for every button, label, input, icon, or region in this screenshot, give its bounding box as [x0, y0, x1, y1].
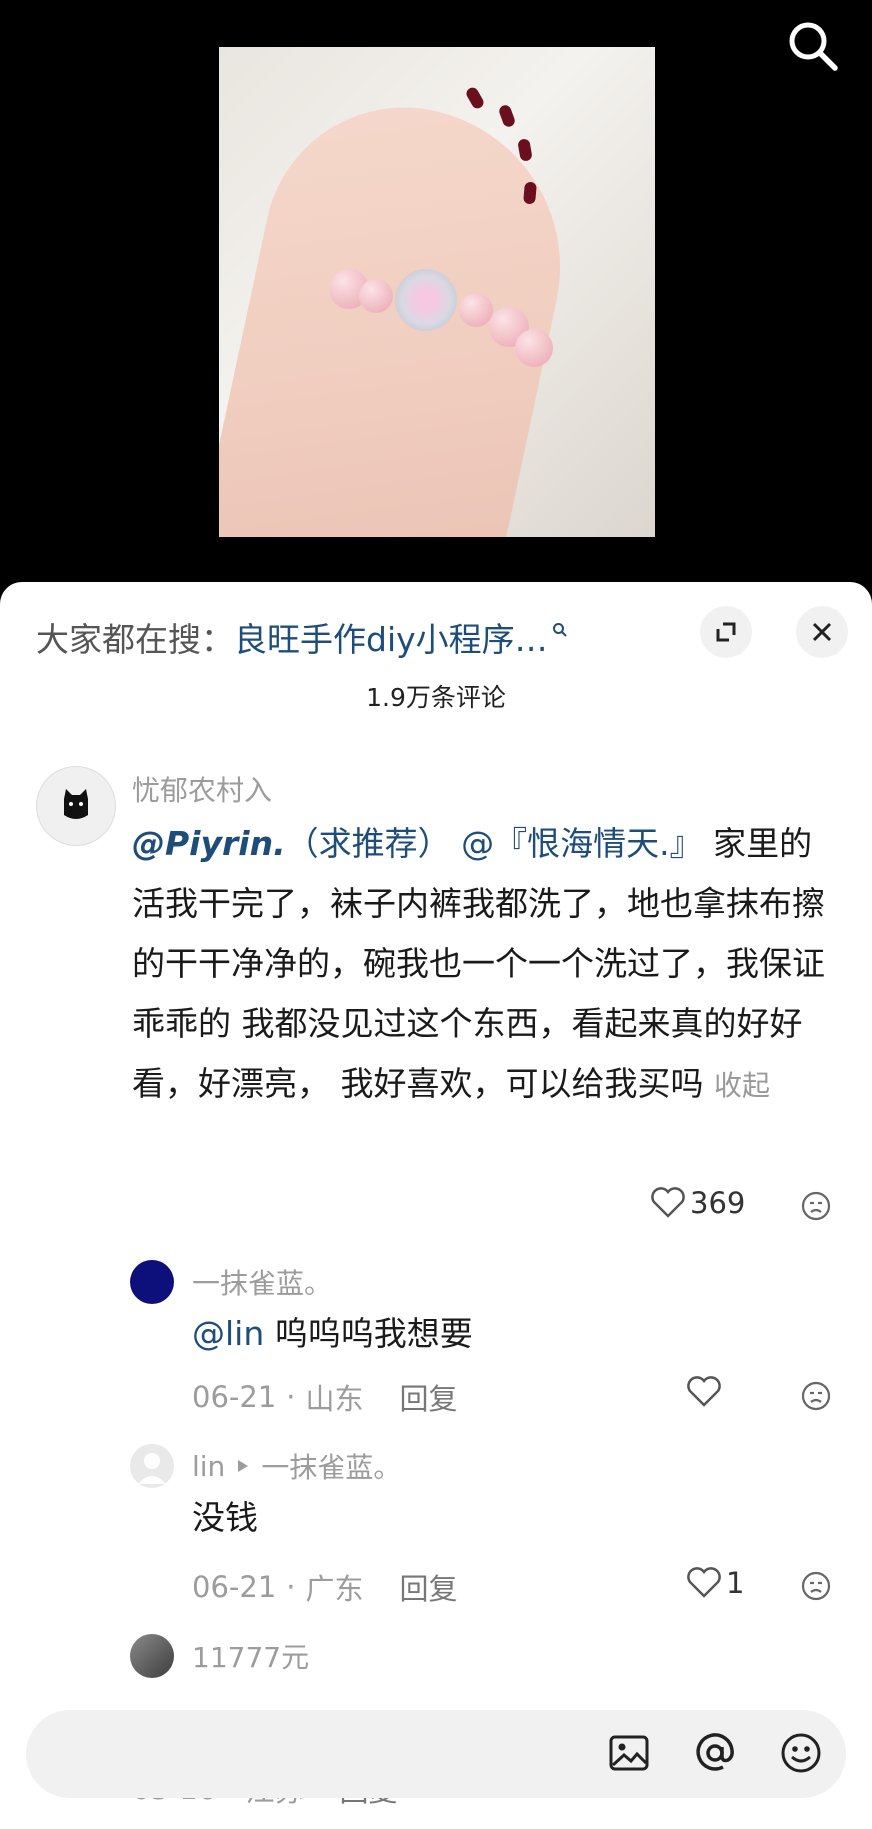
- heart-icon: [687, 1376, 721, 1407]
- like-count: 1: [726, 1566, 745, 1600]
- reply-meta: 06-21 · 山东 回复: [192, 1376, 458, 1418]
- expand-button[interactable]: [700, 606, 752, 658]
- reply-username[interactable]: 一抹雀蓝。: [192, 1262, 332, 1302]
- image-icon[interactable]: [606, 1730, 652, 1776]
- search-icon[interactable]: [785, 18, 841, 74]
- avatar[interactable]: [130, 1260, 174, 1304]
- dislike-icon[interactable]: [800, 1380, 832, 1412]
- emoji-icon[interactable]: [778, 1730, 824, 1776]
- hot-search-prefix: 大家都在搜：: [36, 620, 234, 659]
- close-button[interactable]: [796, 606, 848, 658]
- reply-button[interactable]: 回复: [400, 1376, 458, 1418]
- product-photo[interactable]: [219, 47, 655, 537]
- comment-username[interactable]: 忧郁农村入: [132, 769, 272, 809]
- avatar[interactable]: [130, 1634, 174, 1678]
- hot-search-term[interactable]: 良旺手作diy小程序…: [234, 613, 548, 661]
- hot-search-bar[interactable]: 大家都在搜： 良旺手作diy小程序…: [36, 612, 568, 662]
- reply-date: 06-21: [192, 1570, 277, 1604]
- reply-button[interactable]: 回复: [400, 1566, 458, 1608]
- expand-icon: [716, 622, 736, 642]
- reply-body: 没钱: [192, 1498, 258, 1537]
- heart-icon: [651, 1187, 685, 1218]
- comment-input[interactable]: [62, 1728, 486, 1782]
- reply-header: lin 一抹雀蓝。: [192, 1446, 401, 1486]
- close-icon: [812, 622, 832, 642]
- video-area[interactable]: [0, 0, 872, 590]
- reply-to-username[interactable]: 一抹雀蓝。: [261, 1446, 401, 1486]
- nail-shape: [464, 85, 486, 111]
- reply-meta: 06-21 · 广东 回复: [192, 1566, 458, 1608]
- like-count: 369: [690, 1186, 746, 1220]
- nail-shape: [517, 138, 533, 162]
- bracelet-bead: [359, 279, 393, 313]
- dislike-icon[interactable]: [800, 1190, 832, 1222]
- mention-link[interactable]: @lin: [192, 1314, 264, 1353]
- reply-date: 06-21: [192, 1380, 277, 1414]
- comment-text: @Piyrin.（求推荐） @『恨海情天.』 家里的活我干完了，袜子内裤我都洗了…: [132, 814, 842, 1116]
- reply-location: 广东: [305, 1572, 364, 1606]
- like-button[interactable]: 369: [650, 1186, 745, 1220]
- reply-body: 呜呜呜我想要: [274, 1314, 473, 1353]
- mention-link[interactable]: @『恨海情天.』: [461, 824, 703, 863]
- mention-note: （求推荐）: [285, 824, 451, 863]
- at-mention-icon[interactable]: [692, 1730, 738, 1776]
- cat-avatar-icon: [64, 789, 88, 819]
- like-button[interactable]: 1: [686, 1566, 744, 1600]
- reply-text: @lin 呜呜呜我想要: [192, 1304, 473, 1364]
- comment-count: 1.9万条评论: [366, 683, 506, 712]
- nail-shape: [497, 103, 517, 129]
- collapse-link[interactable]: 收起: [714, 1069, 770, 1102]
- bracelet-charm: [395, 269, 457, 331]
- like-button[interactable]: [686, 1376, 722, 1408]
- reply-username[interactable]: lin: [192, 1450, 225, 1483]
- reply-arrow-icon: [238, 1460, 249, 1472]
- comment-body: 家里的活我干完了，袜子内裤我都洗了，地也拿抹布擦的干干净净的，碗我也一个一个洗过…: [132, 824, 825, 1103]
- bracelet-bead: [459, 293, 493, 327]
- avatar[interactable]: [36, 766, 116, 846]
- default-avatar-icon: [138, 1453, 166, 1484]
- comment-username[interactable]: 11777元: [192, 1636, 309, 1676]
- avatar[interactable]: [130, 1444, 174, 1488]
- separator: ·: [286, 1380, 296, 1414]
- reply-location: 山东: [305, 1382, 364, 1416]
- mention-link[interactable]: @Piyrin.: [132, 824, 286, 863]
- small-search-icon: [552, 623, 567, 637]
- comment-input-bar: [26, 1710, 846, 1798]
- heart-icon: [687, 1567, 721, 1598]
- bracelet-bead: [515, 329, 553, 367]
- dislike-icon[interactable]: [800, 1570, 832, 1602]
- reply-text: 没钱: [192, 1488, 258, 1548]
- separator: ·: [286, 1570, 296, 1604]
